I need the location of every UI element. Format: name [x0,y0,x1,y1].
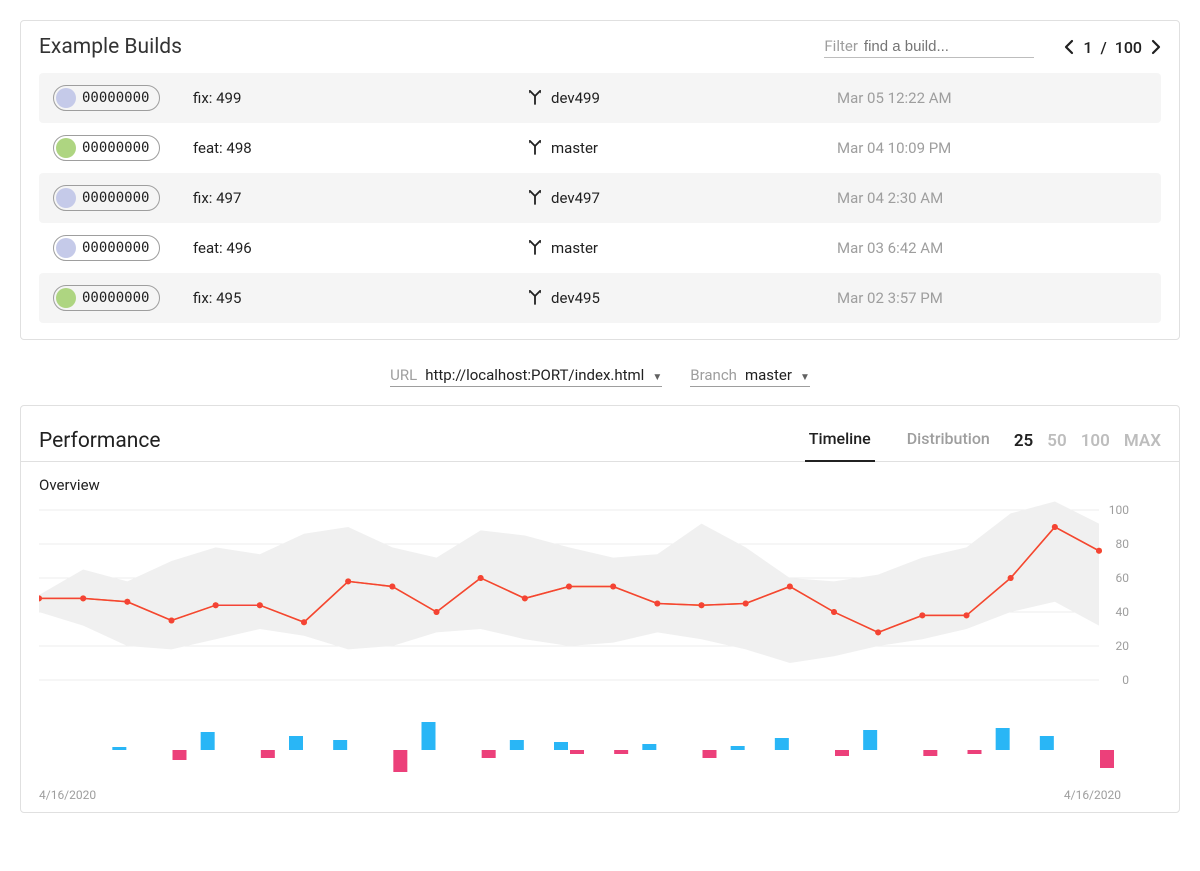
dropdown-caret-icon: ▼ [800,372,810,383]
selectors-bar: URL http://localhost:PORT/index.html ▼ B… [20,358,1180,405]
pager-current: 1 [1083,38,1092,57]
commit-hash: 00000000 [82,190,149,206]
branch-name: dev497 [551,189,600,207]
branch-col: master [527,239,837,257]
build-hash-col: 00000000 [53,185,193,211]
build-date: Mar 02 3:57 PM [837,289,1147,307]
commit-hash: 00000000 [82,290,149,306]
svg-text:60: 60 [1116,571,1130,585]
range-options: 25 50 100 MAX [1014,431,1161,451]
chart-date-axis: 4/16/2020 4/16/2020 [39,780,1161,802]
perf-tabs: Timeline Distribution [785,421,1014,462]
commit-hash-pill[interactable]: 00000000 [53,285,160,311]
git-branch-icon [527,90,543,106]
git-branch-icon [527,240,543,256]
commit-hash: 00000000 [82,90,149,106]
branch-col: dev495 [527,289,837,307]
svg-text:40: 40 [1116,605,1130,619]
dropdown-caret-icon: ▼ [652,372,662,383]
commit-hash-pill[interactable]: 00000000 [53,85,160,111]
date-start: 4/16/2020 [39,788,96,802]
pager: 1 / 100 [1064,38,1161,57]
pager-prev-icon[interactable] [1064,39,1075,55]
performance-title: Performance [39,429,785,453]
avatar-icon [56,238,76,258]
pager-total: 100 [1115,38,1142,57]
pager-next-icon[interactable] [1150,39,1161,55]
build-row[interactable]: 00000000 fix: 495 dev495 Mar 02 3:57 PM [39,273,1161,323]
commit-message: fix: 495 [193,289,527,307]
range-max[interactable]: MAX [1124,431,1161,451]
avatar-icon [56,188,76,208]
url-selector-label: URL [390,366,417,384]
build-row[interactable]: 00000000 feat: 496 master Mar 03 6:42 AM [39,223,1161,273]
tab-timeline[interactable]: Timeline [805,421,875,462]
filter-field[interactable]: Filter [824,37,1034,58]
pager-sep: / [1100,38,1106,57]
commit-hash: 00000000 [82,140,149,156]
build-date: Mar 04 2:30 AM [837,189,1147,207]
commit-message: feat: 498 [193,139,527,157]
performance-card: Performance Timeline Distribution 25 50 … [20,405,1180,813]
svg-text:0: 0 [1122,673,1129,687]
avatar-icon [56,138,76,158]
chart-section: Overview 0 20 40 60 80 100 4/16/2020 4/16/202… [21,462,1179,812]
date-end: 4/16/2020 [1064,788,1121,802]
commit-message: feat: 496 [193,239,527,257]
builds-title: Example Builds [39,35,824,59]
branch-name: dev499 [551,89,600,107]
branch-col: dev499 [527,89,837,107]
build-row[interactable]: 00000000 feat: 498 master Mar 04 10:09 PM [39,123,1161,173]
range-50[interactable]: 50 [1047,431,1066,451]
build-row[interactable]: 00000000 fix: 497 dev497 Mar 04 2:30 AM [39,173,1161,223]
svg-text:100: 100 [1109,503,1129,517]
svg-text:20: 20 [1116,639,1130,653]
git-branch-icon [527,290,543,306]
commit-hash: 00000000 [82,240,149,256]
build-hash-col: 00000000 [53,235,193,261]
commit-hash-pill[interactable]: 00000000 [53,235,160,261]
branch-name: dev495 [551,289,600,307]
filter-label: Filter [824,37,858,55]
build-date: Mar 05 12:22 AM [837,89,1147,107]
commit-hash-pill[interactable]: 00000000 [53,135,160,161]
branch-col: master [527,139,837,157]
range-25[interactable]: 25 [1014,431,1033,451]
branch-selector[interactable]: Branch master ▼ [690,366,810,387]
build-hash-col: 00000000 [53,285,193,311]
commit-message: fix: 499 [193,89,527,107]
build-rows: 00000000fix: 499dev499Mar 05 12:22 AM000… [21,69,1179,339]
svg-text:80: 80 [1116,537,1130,551]
commit-hash-pill[interactable]: 00000000 [53,185,160,211]
branch-selector-label: Branch [690,366,737,384]
filter-input[interactable] [864,38,1004,55]
branch-name: master [551,239,598,257]
performance-header: Performance Timeline Distribution 25 50 … [21,406,1179,462]
overview-label: Overview [39,476,1161,494]
git-branch-icon [527,140,543,156]
build-row[interactable]: 00000000 fix: 499 dev499 Mar 05 12:22 AM [39,73,1161,123]
builds-card: Example Builds Filter 1 / 100 00000000 fi… [20,20,1180,340]
avatar-icon [56,88,76,108]
branch-name: master [551,139,598,157]
avatar-icon [56,288,76,308]
build-hash-col: 00000000 [53,85,193,111]
build-hash-col: 00000000 [53,135,193,161]
timeline-chart: 0 20 40 60 80 100 [39,500,1161,780]
git-branch-icon [527,190,543,206]
range-100[interactable]: 100 [1081,431,1110,451]
branch-col: dev497 [527,189,837,207]
branch-selector-value: master [745,366,792,384]
commit-message: fix: 497 [193,189,527,207]
build-date: Mar 04 10:09 PM [837,139,1147,157]
build-date: Mar 03 6:42 AM [837,239,1147,257]
url-selector[interactable]: URL http://localhost:PORT/index.html ▼ [390,366,662,387]
tab-distribution[interactable]: Distribution [903,421,994,462]
url-selector-value: http://localhost:PORT/index.html [425,366,644,384]
builds-header: Example Builds Filter 1 / 100 [21,21,1179,69]
